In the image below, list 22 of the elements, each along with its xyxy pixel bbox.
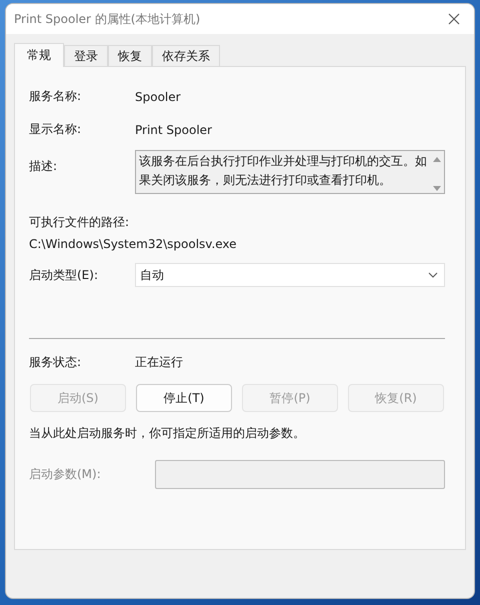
service-name: Spooler xyxy=(135,90,181,104)
display-name: Print Spooler xyxy=(135,122,212,136)
service-status: 正在运行 xyxy=(135,354,183,371)
tab[interactable]: 恢复 xyxy=(108,45,152,66)
field-label: 启动类型(E): xyxy=(29,266,99,284)
description-box[interactable]: 该服务在后台执行打印作业并处理与打印机的交互。如果关闭该服务，则无法进行打印或查看打印机。 xyxy=(135,150,445,194)
service-button[interactable]: 停止(T) xyxy=(136,384,232,412)
chevron-down-icon xyxy=(428,272,438,278)
field-label: 服务名称: xyxy=(29,88,82,105)
close-icon[interactable] xyxy=(448,13,460,25)
field-label: 可执行文件的路径: xyxy=(29,214,130,231)
startup-type-dropdown[interactable]: 自动 xyxy=(135,263,445,287)
field-label: 显示名称: xyxy=(29,121,82,138)
tab[interactable]: 常规 xyxy=(14,43,64,67)
hint-text: 当从此处启动服务时，你可指定所适用的启动参数。 xyxy=(29,425,306,442)
field-label: 启动参数(M): xyxy=(29,466,102,483)
executable-path: C:\Windows\System32\spoolsv.exe xyxy=(29,237,238,251)
tab[interactable]: 登录 xyxy=(64,45,108,66)
tab[interactable]: 依存关系 xyxy=(152,45,220,66)
window-title: Print Spooler 的属性(本地计算机) xyxy=(14,10,200,28)
field-label: 服务状态: xyxy=(29,354,82,371)
field-label: 描述: xyxy=(29,158,58,175)
